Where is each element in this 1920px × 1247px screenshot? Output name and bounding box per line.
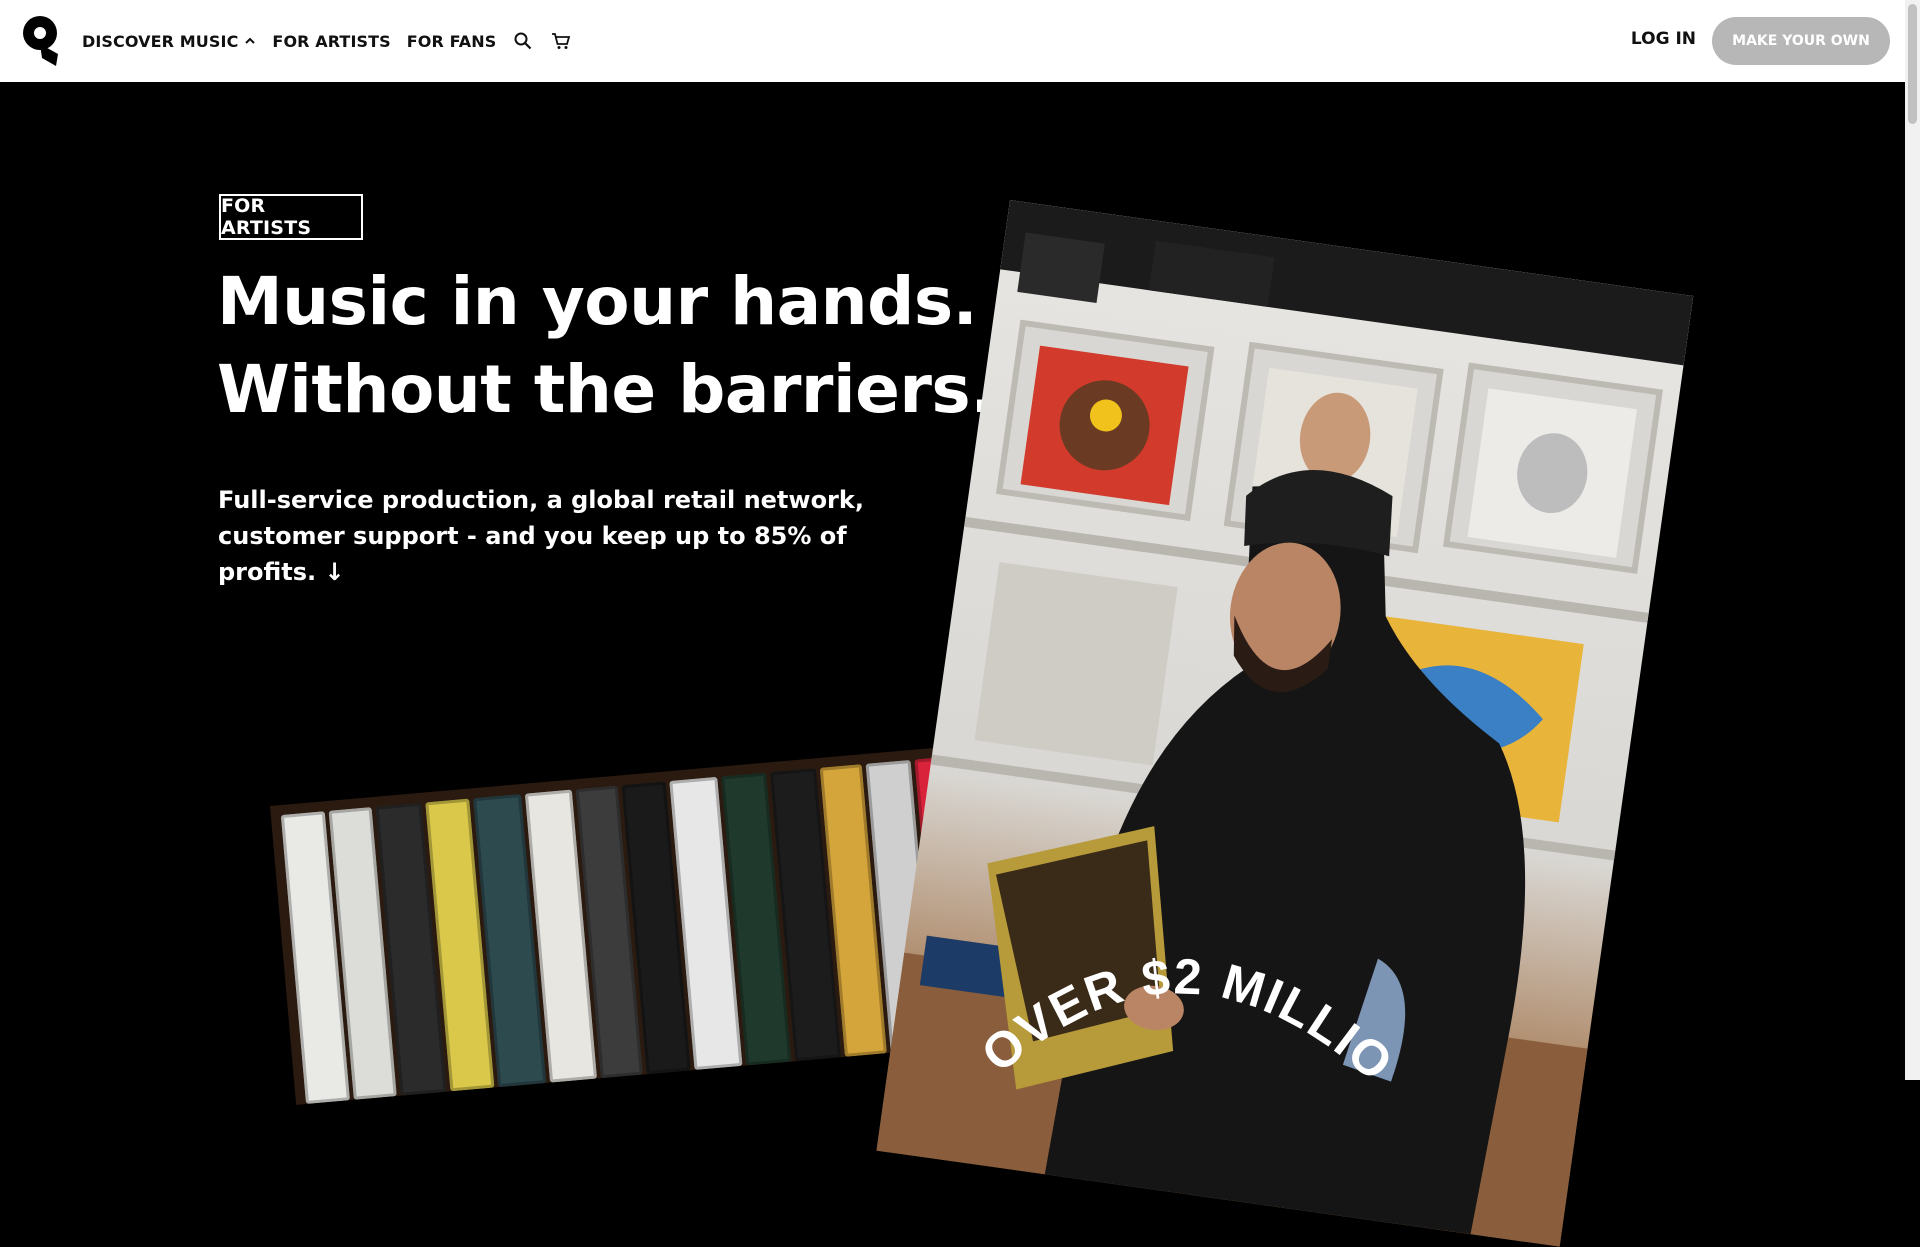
main-nav: DISCOVER MUSIC FOR ARTISTS FOR FANS [82,0,572,82]
cassette-tapes-image [270,745,984,1105]
nav-discover-label: DISCOVER MUSIC [82,31,239,51]
nav-discover-music[interactable]: DISCOVER MUSIC [82,32,256,51]
search-icon[interactable] [512,30,534,52]
cart-icon[interactable] [550,30,572,52]
nav-for-artists[interactable]: FOR ARTISTS [272,32,390,51]
headline-line-2: Without the barriers. [217,351,995,428]
over-2-million-arc-text: OVER $2 MILLION [980,930,1400,1090]
hero-subtext: Full-service production, a global retail… [218,486,864,586]
top-navigation-bar: DISCOVER MUSIC FOR ARTISTS FOR FANS LOG … [0,0,1905,82]
nav-for-fans[interactable]: FOR FANS [407,32,497,51]
login-link[interactable]: LOG IN [1631,29,1696,49]
page-scrollbar[interactable] [1905,0,1920,1080]
svg-text:OVER $2 MILLION: OVER $2 MILLION [980,930,1400,1090]
for-artists-tag: FOR ARTISTS [219,194,363,240]
scrollbar-thumb[interactable] [1908,4,1917,124]
headline-line-1: Music in your hands. [217,263,978,340]
make-your-own-button[interactable]: MAKE YOUR OWN [1712,17,1890,65]
logo-icon[interactable] [22,14,60,66]
arc-badge-text: OVER $2 MILLION [980,930,1400,1090]
chevron-up-icon [245,37,256,44]
hero-headline: Music in your hands. Without the barrier… [217,258,995,434]
